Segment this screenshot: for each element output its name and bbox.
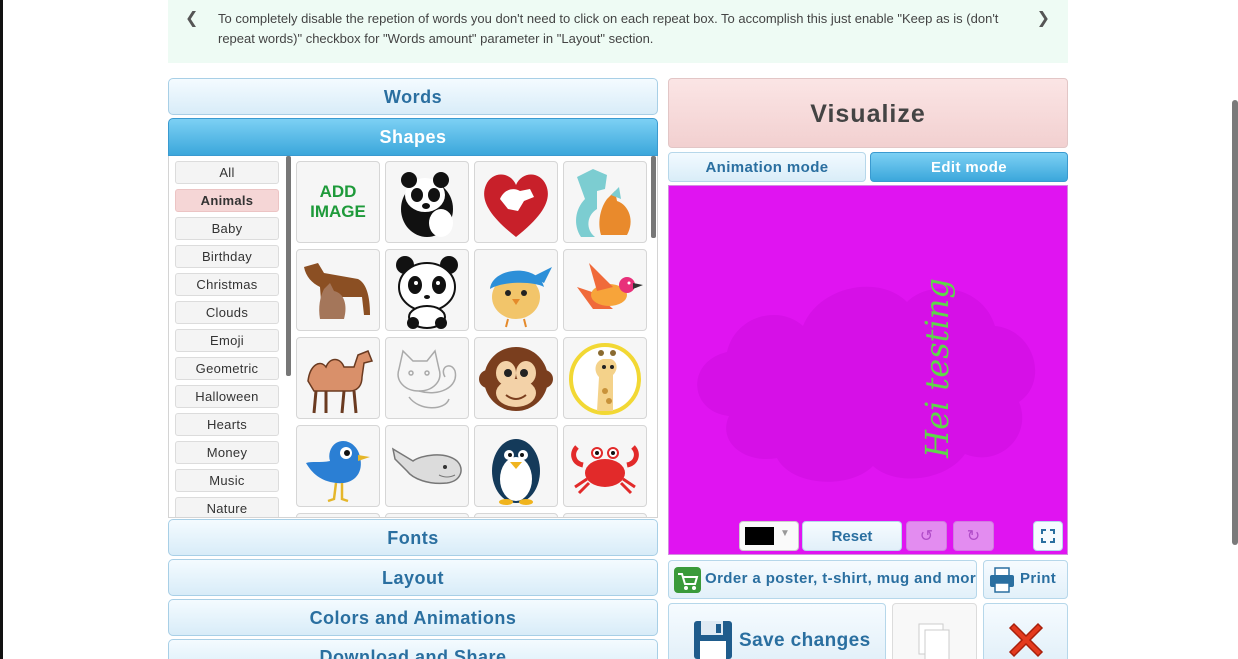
floppy-disk-icon xyxy=(694,621,732,659)
dog-cat-brown-icon xyxy=(304,263,370,319)
section-fonts[interactable]: Fonts xyxy=(168,519,658,556)
category-hearts[interactable]: Hearts xyxy=(175,413,279,436)
shape-giraffe-circle[interactable] xyxy=(563,337,647,419)
category-all[interactable]: All xyxy=(175,161,279,184)
undo-icon[interactable]: ↺ xyxy=(906,521,947,551)
cloud-shape-icon xyxy=(697,286,1036,482)
section-colors-animations[interactable]: Colors and Animations xyxy=(168,599,658,636)
category-money[interactable]: Money xyxy=(175,441,279,464)
add-image-button[interactable]: ADD IMAGE xyxy=(296,161,380,243)
shape-partial[interactable] xyxy=(296,513,380,517)
monkey-icon xyxy=(479,347,553,411)
shape-dog-cat-silhouette[interactable] xyxy=(563,161,647,243)
category-scrollbar[interactable] xyxy=(286,156,291,376)
category-birthday[interactable]: Birthday xyxy=(175,245,279,268)
shape-panda-logo[interactable] xyxy=(385,161,469,243)
cloud-word[interactable]: Hei testing xyxy=(918,278,956,458)
reset-button[interactable]: Reset xyxy=(802,521,902,551)
section-shapes[interactable]: Shapes xyxy=(168,118,658,156)
panda-logo-icon xyxy=(401,172,453,237)
order-label: Order a poster, t-shirt, mug and more xyxy=(705,570,977,587)
shape-blue-bird[interactable] xyxy=(474,249,558,331)
shape-monkey[interactable] xyxy=(474,337,558,419)
shapes-scrollbar[interactable] xyxy=(651,156,656,238)
window-edge xyxy=(0,0,3,659)
category-baby[interactable]: Baby xyxy=(175,217,279,240)
print-button[interactable]: Print xyxy=(983,560,1068,599)
color-swatch xyxy=(745,527,774,545)
category-nature[interactable]: Nature xyxy=(175,497,279,517)
category-halloween[interactable]: Halloween xyxy=(175,385,279,408)
copy-document-icon xyxy=(918,623,950,659)
category-clouds[interactable]: Clouds xyxy=(175,301,279,324)
cat-sketch-icon xyxy=(397,349,457,409)
shape-flying-bird[interactable] xyxy=(563,249,647,331)
crab-icon xyxy=(571,445,639,495)
shape-dog-cat-brown[interactable] xyxy=(296,249,380,331)
tip-banner: ❮ To completely disable the repetion of … xyxy=(168,0,1068,63)
printer-icon xyxy=(990,567,1014,593)
shape-penguin[interactable] xyxy=(474,425,558,507)
duplicate-button[interactable] xyxy=(892,603,977,659)
dropdown-arrow-icon: ▼ xyxy=(780,528,790,539)
blue-bird-icon xyxy=(490,267,552,328)
twitter-bird-icon xyxy=(306,440,370,503)
shape-cat-sketch[interactable] xyxy=(385,337,469,419)
shape-partial[interactable] xyxy=(563,513,647,517)
category-christmas[interactable]: Christmas xyxy=(175,273,279,296)
add-image-label: ADD IMAGE xyxy=(310,182,366,221)
color-picker[interactable]: ▼ xyxy=(739,521,799,551)
order-products-button[interactable]: Order a poster, t-shirt, mug and more xyxy=(668,560,977,599)
shape-partial[interactable] xyxy=(385,513,469,517)
category-emoji[interactable]: Emoji xyxy=(175,329,279,352)
section-download-share[interactable]: Download and Share xyxy=(168,639,658,659)
tip-text: To completely disable the repetion of wo… xyxy=(218,11,999,46)
shapes-panel: All Animals Baby Birthday Christmas Clou… xyxy=(168,156,658,518)
delete-button[interactable] xyxy=(983,603,1068,659)
page-scrollbar[interactable] xyxy=(1232,100,1238,545)
category-animals[interactable]: Animals xyxy=(175,189,279,212)
save-changes-button[interactable]: Save changes xyxy=(668,603,886,659)
shape-crab[interactable] xyxy=(563,425,647,507)
category-geometric[interactable]: Geometric xyxy=(175,357,279,380)
giraffe-circle-icon xyxy=(569,343,641,415)
shape-camel[interactable] xyxy=(296,337,380,419)
shape-whale[interactable] xyxy=(385,425,469,507)
word-cloud-canvas[interactable]: Hei testing ▼ Reset ↺ ↻ xyxy=(668,185,1068,555)
heart-dog-cat-icon xyxy=(484,174,548,237)
edit-mode-button[interactable]: Edit mode xyxy=(870,152,1068,182)
dog-cat-silhouette-icon xyxy=(576,169,631,237)
redo-icon[interactable]: ↻ xyxy=(953,521,994,551)
print-label: Print xyxy=(1020,570,1057,587)
camel-icon xyxy=(307,350,374,414)
cart-icon xyxy=(674,567,701,593)
shape-panda-cartoon[interactable] xyxy=(385,249,469,331)
panda-cartoon-icon xyxy=(396,256,458,329)
animation-mode-button[interactable]: Animation mode xyxy=(668,152,866,182)
section-words[interactable]: Words xyxy=(168,78,658,115)
red-x-icon xyxy=(1008,622,1044,658)
chevron-right-icon[interactable]: ❯ xyxy=(1037,8,1050,27)
category-music[interactable]: Music xyxy=(175,469,279,492)
visualize-button[interactable]: Visualize xyxy=(668,78,1068,148)
fullscreen-icon[interactable] xyxy=(1033,521,1063,551)
flying-bird-icon xyxy=(577,263,643,309)
section-layout[interactable]: Layout xyxy=(168,559,658,596)
penguin-icon xyxy=(492,439,540,505)
shape-partial[interactable] xyxy=(474,513,558,517)
whale-icon xyxy=(391,447,462,485)
chevron-left-icon[interactable]: ❮ xyxy=(185,8,198,27)
save-label: Save changes xyxy=(739,630,871,651)
shape-twitter-bird[interactable] xyxy=(296,425,380,507)
shape-heart-dog-cat[interactable] xyxy=(474,161,558,243)
